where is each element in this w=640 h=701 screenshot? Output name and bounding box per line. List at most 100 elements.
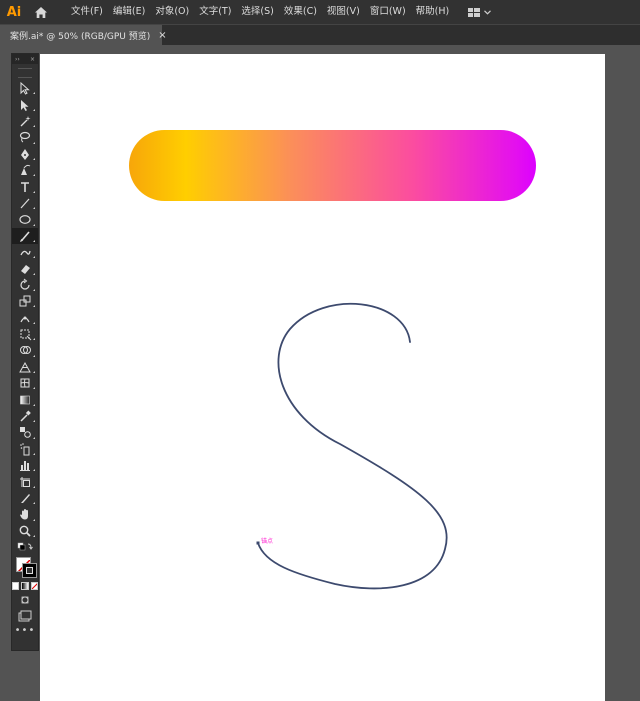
gradient-tool[interactable]: [12, 391, 38, 407]
stroke-swatch[interactable]: [22, 563, 37, 579]
menu-object[interactable]: 对象(O): [150, 0, 194, 24]
screen-mode-button[interactable]: [12, 608, 38, 624]
slice-tool[interactable]: [12, 490, 38, 506]
smart-guide-anchor-label: 锚点: [261, 538, 274, 545]
tools-panel: ›› × •••: [11, 53, 39, 651]
s-curve-canvas: [256, 302, 448, 590]
ellipse-tool[interactable]: [12, 211, 38, 227]
magic-wand-tool[interactable]: [12, 113, 38, 129]
rotate-tool[interactable]: [12, 277, 38, 293]
shaper-tool[interactable]: [12, 244, 38, 260]
screen-mode-icon: [18, 610, 32, 622]
collapse-panel-icon[interactable]: ››: [15, 56, 20, 63]
column-graph-tool-icon: [20, 461, 30, 472]
rotate-tool-icon: [20, 278, 30, 290]
menu-type[interactable]: 文字(T): [194, 0, 236, 24]
home-icon: [35, 6, 47, 18]
fill-stroke-swatches[interactable]: [12, 555, 38, 581]
menu-help[interactable]: 帮助(H): [411, 0, 455, 24]
anchor-point[interactable]: [256, 541, 260, 545]
default-fill-stroke-toggle[interactable]: [12, 539, 38, 555]
menu-file[interactable]: 文件(F): [66, 0, 108, 24]
menu-select[interactable]: 选择(S): [236, 0, 278, 24]
line-segment-tool-icon: [20, 198, 30, 209]
menu-effect[interactable]: 效果(C): [279, 0, 322, 24]
menu-edit[interactable]: 编辑(E): [108, 0, 150, 24]
color-mode-row: [12, 581, 38, 591]
perspective-grid-tool[interactable]: [12, 359, 38, 375]
paintbrush-tool[interactable]: [12, 227, 38, 244]
hand-tool-icon: [20, 509, 28, 520]
magic-wand-tool-icon: [20, 115, 31, 127]
column-graph-tool[interactable]: [12, 457, 38, 473]
panel-grip[interactable]: [18, 68, 32, 78]
curvature-tool[interactable]: [12, 162, 38, 178]
scale-tool[interactable]: [12, 293, 38, 309]
ellipse-tool-icon: [19, 215, 31, 225]
zoom-tool-icon: [19, 525, 31, 537]
symbol-sprayer-tool[interactable]: [12, 441, 38, 457]
document-tab-label: 案例.ai* @ 50% (RGB/GPU 预览): [10, 31, 151, 42]
shape-builder-tool[interactable]: [12, 342, 38, 358]
gradient-tool-icon: [20, 395, 30, 404]
tools-panel-header[interactable]: ›› ×: [12, 54, 38, 64]
eraser-tool-icon: [21, 265, 30, 275]
menu-items: 文件(F) 编辑(E) 对象(O) 文字(T) 选择(S) 效果(C) 视图(V…: [66, 0, 454, 24]
app-logo: Ai: [6, 4, 22, 20]
workspace-switcher[interactable]: [468, 7, 492, 17]
shape-builder-tool-icon: [20, 346, 31, 355]
tool-list: [12, 80, 38, 539]
artboard-tool-icon: [20, 476, 30, 487]
mesh-tool[interactable]: [12, 375, 38, 391]
lasso-tool[interactable]: [12, 129, 38, 145]
slice-tool-icon: [21, 493, 30, 503]
edit-toolbar-button[interactable]: •••: [12, 624, 38, 638]
eraser-tool[interactable]: [12, 260, 38, 276]
artboard[interactable]: 锚点: [40, 54, 605, 701]
menu-view[interactable]: 视图(V): [322, 0, 365, 24]
symbol-sprayer-tool-icon: [20, 442, 30, 456]
s-curve-path[interactable]: [257, 302, 448, 590]
menu-window[interactable]: 窗口(W): [365, 0, 411, 24]
scale-tool-icon: [19, 295, 31, 307]
puppet-warp-tool[interactable]: [12, 309, 38, 325]
workspace-layout-icon: [468, 7, 481, 17]
blend-tool[interactable]: [12, 424, 38, 440]
free-transform-tool[interactable]: [12, 326, 38, 342]
selection-tool[interactable]: [12, 80, 38, 96]
type-tool[interactable]: [12, 178, 38, 194]
perspective-grid-tool-icon: [19, 361, 31, 373]
swap-fill-stroke-icon: [17, 542, 33, 551]
home-button[interactable]: [30, 0, 52, 24]
eyedropper-tool[interactable]: [12, 408, 38, 424]
draw-mode-icon: [21, 596, 29, 604]
close-panel-icon[interactable]: ×: [30, 56, 35, 63]
document-tab-bar: 案例.ai* @ 50% (RGB/GPU 预览) ×: [0, 24, 640, 45]
paintbrush-tool-icon: [20, 231, 30, 242]
line-segment-tool[interactable]: [12, 195, 38, 211]
pen-tool-icon: [21, 148, 29, 160]
zoom-tool[interactable]: [12, 523, 38, 539]
none-mode-icon[interactable]: [30, 582, 38, 591]
document-tab[interactable]: 案例.ai* @ 50% (RGB/GPU 预览) ×: [0, 25, 167, 45]
free-transform-tool-icon: [20, 329, 32, 341]
chevron-down-icon: [484, 9, 492, 15]
shaper-tool-icon: [20, 250, 31, 256]
direct-selection-tool[interactable]: [12, 96, 38, 112]
type-tool-icon: [21, 181, 29, 192]
hand-tool[interactable]: [12, 506, 38, 522]
puppet-warp-tool-icon: [20, 316, 30, 322]
curvature-tool-icon: [21, 164, 31, 176]
selection-tool-icon: [20, 82, 30, 95]
gradient-mode-icon[interactable]: [21, 582, 29, 591]
pen-tool[interactable]: [12, 146, 38, 162]
direct-selection-tool-icon: [21, 99, 29, 111]
mesh-tool-icon: [20, 378, 30, 388]
eyedropper-tool-icon: [20, 410, 31, 422]
color-mode-icon[interactable]: [12, 582, 20, 591]
draw-mode-button[interactable]: [12, 591, 38, 607]
close-tab-icon[interactable]: ×: [158, 30, 166, 41]
blend-tool-icon: [20, 427, 31, 439]
menu-bar: Ai 文件(F) 编辑(E) 对象(O) 文字(T) 选择(S) 效果(C) 视…: [0, 0, 640, 24]
artboard-tool[interactable]: [12, 473, 38, 489]
